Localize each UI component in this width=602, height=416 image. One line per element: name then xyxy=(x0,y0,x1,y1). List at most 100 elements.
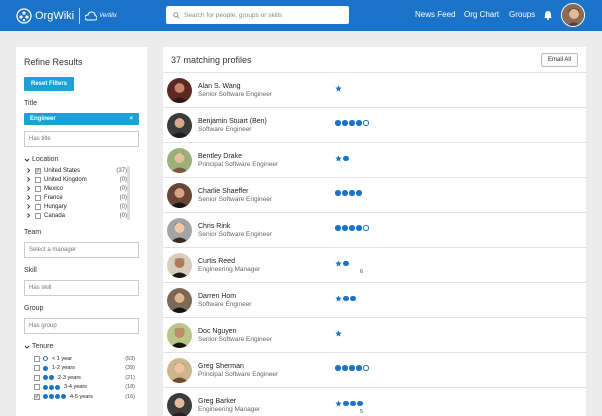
profile-photo[interactable] xyxy=(167,147,192,173)
team-input[interactable]: Select a manager xyxy=(24,242,139,258)
tenure-name: 2-3 years xyxy=(58,374,81,381)
nav-news-feed[interactable]: News Feed xyxy=(415,10,455,19)
profile-row[interactable]: Alan S. Wang Senior Software Engineer xyxy=(163,73,586,108)
profile-row[interactable]: Bentley Drake Principal Software Engineer xyxy=(163,143,586,178)
location-checkbox[interactable] xyxy=(35,203,41,210)
tenure-row[interactable]: ✓ 4-5 years (16) xyxy=(34,392,139,402)
profile-name[interactable]: Chris Rink xyxy=(198,223,272,230)
location-row[interactable]: United Kingdom (0) xyxy=(26,175,139,184)
tenure-row[interactable]: 2-3 years (21) xyxy=(34,373,139,383)
chevron-right-icon[interactable] xyxy=(26,204,31,209)
profile-photo[interactable] xyxy=(167,322,192,348)
chevron-right-icon[interactable] xyxy=(26,168,31,173)
nav-groups[interactable]: Groups xyxy=(509,10,535,19)
chip-close-icon[interactable]: × xyxy=(129,116,133,122)
location-name: Hungary xyxy=(44,203,67,210)
tenure-dot xyxy=(49,394,54,400)
tenure-indicator xyxy=(43,365,49,371)
location-checkbox[interactable] xyxy=(35,176,41,183)
user-avatar[interactable] xyxy=(561,3,585,27)
profile-name[interactable]: Greg Barker xyxy=(198,398,260,405)
profile-photo[interactable] xyxy=(167,287,192,313)
star-icon xyxy=(335,330,342,337)
profile-photo[interactable] xyxy=(167,182,192,208)
profile-row[interactable]: Darren Hom Software Engineer xyxy=(163,283,586,318)
tenure-indicator xyxy=(335,155,350,162)
profile-row[interactable]: Curtis Reed Engineering Manager 6 xyxy=(163,248,586,283)
location-row[interactable]: ✓ United States (37) xyxy=(26,166,139,175)
tenure-checkbox[interactable] xyxy=(34,374,40,381)
star-icon xyxy=(335,85,342,92)
profile-name[interactable]: Curtis Reed xyxy=(198,258,260,265)
tenure-indicator xyxy=(335,365,370,371)
tenure-checkbox[interactable] xyxy=(34,365,40,372)
skill-input[interactable]: Has skill xyxy=(24,280,139,296)
tenure-indicator xyxy=(335,190,363,196)
location-checkbox[interactable] xyxy=(35,185,41,192)
group-input[interactable]: Has group xyxy=(24,318,139,334)
tenure-checkbox[interactable]: ✓ xyxy=(34,393,40,400)
tenure-toggle[interactable]: Tenure xyxy=(24,343,139,350)
tenure-row[interactable]: 3-4 years (18) xyxy=(34,383,139,393)
location-scrollbar[interactable] xyxy=(127,166,130,220)
chevron-right-icon[interactable] xyxy=(26,195,31,200)
profile-name[interactable]: Bentley Drake xyxy=(198,153,278,160)
location-checkbox[interactable] xyxy=(35,212,41,219)
profile-name[interactable]: Alan S. Wang xyxy=(198,83,272,90)
tenure-checkbox[interactable] xyxy=(34,384,40,391)
search-icon xyxy=(173,11,180,19)
tenure-indicator xyxy=(335,400,364,407)
profile-name[interactable]: Benjamin Stuart (Ben) xyxy=(198,118,267,125)
tenure-dot xyxy=(49,384,54,390)
profile-photo[interactable] xyxy=(167,217,192,243)
location-row[interactable]: Canada (0) xyxy=(26,211,139,220)
profile-photo[interactable] xyxy=(167,392,192,416)
profile-name[interactable]: Doc Nguyen xyxy=(198,328,272,335)
profile-row[interactable]: Greg Barker Engineering Manager 5 xyxy=(163,388,586,416)
search-input[interactable] xyxy=(184,11,344,19)
tenure-name: 1-2 years xyxy=(52,365,75,372)
tenure-label: Tenure xyxy=(32,343,54,350)
profile-name[interactable]: Darren Hom xyxy=(198,293,251,300)
profile-title: Principal Software Engineer xyxy=(198,160,279,168)
profile-row[interactable]: Benjamin Stuart (Ben) Software Engineer xyxy=(163,108,586,143)
profile-photo[interactable] xyxy=(167,112,192,138)
chevron-right-icon[interactable] xyxy=(26,177,31,182)
location-row[interactable]: France (0) xyxy=(26,193,139,202)
profile-row[interactable]: Charlie Shaeffer Senior Software Engineer xyxy=(163,178,586,213)
location-name: United States xyxy=(44,167,81,174)
brand-name: OrgWiki xyxy=(35,9,75,22)
profile-row[interactable]: Doc Nguyen Senior Software Engineer xyxy=(163,318,586,353)
reset-filters-button[interactable]: Reset Filters xyxy=(24,77,75,91)
profile-name[interactable]: Charlie Shaeffer xyxy=(198,188,272,195)
location-row[interactable]: Hungary (0) xyxy=(26,202,139,211)
tenure-dot xyxy=(55,384,60,390)
tenure-indicator xyxy=(335,295,357,302)
location-name: Canada xyxy=(44,212,66,219)
brand[interactable]: OrgWiki Vertilix xyxy=(16,7,117,24)
tenure-row[interactable]: 1-2 years (39) xyxy=(34,364,139,374)
chevron-right-icon[interactable] xyxy=(26,186,31,191)
location-checkbox[interactable] xyxy=(35,194,41,201)
profile-row[interactable]: Chris Rink Senior Software Engineer xyxy=(163,213,586,248)
location-checkbox[interactable]: ✓ xyxy=(35,167,41,174)
bell-icon[interactable] xyxy=(543,10,553,20)
profile-photo[interactable] xyxy=(167,252,192,278)
nav-org-chart[interactable]: Org Chart xyxy=(464,10,499,19)
chevron-right-icon[interactable] xyxy=(26,213,31,218)
profile-photo[interactable] xyxy=(167,357,192,383)
profile-name[interactable]: Greg Sherman xyxy=(198,363,278,370)
title-input[interactable]: Has title xyxy=(24,131,139,147)
location-count: (0) xyxy=(119,203,127,210)
tenure-checkbox[interactable] xyxy=(34,355,40,362)
global-search[interactable] xyxy=(166,6,349,24)
profile-photo[interactable] xyxy=(167,77,192,103)
location-toggle[interactable]: Location xyxy=(24,156,139,163)
email-all-button[interactable]: Email All xyxy=(540,52,578,67)
tenure-row[interactable]: < 1 year (53) xyxy=(34,354,139,364)
tenure-count: (39) xyxy=(125,365,135,372)
profile-row[interactable]: Greg Sherman Principal Software Engineer xyxy=(163,353,586,388)
tenure-name: 3-4 years xyxy=(64,384,87,391)
tenure-list: < 1 year (53) 1-2 years (39) 2-3 years (21) 3-… xyxy=(24,354,139,402)
location-row[interactable]: Mexico (0) xyxy=(26,184,139,193)
